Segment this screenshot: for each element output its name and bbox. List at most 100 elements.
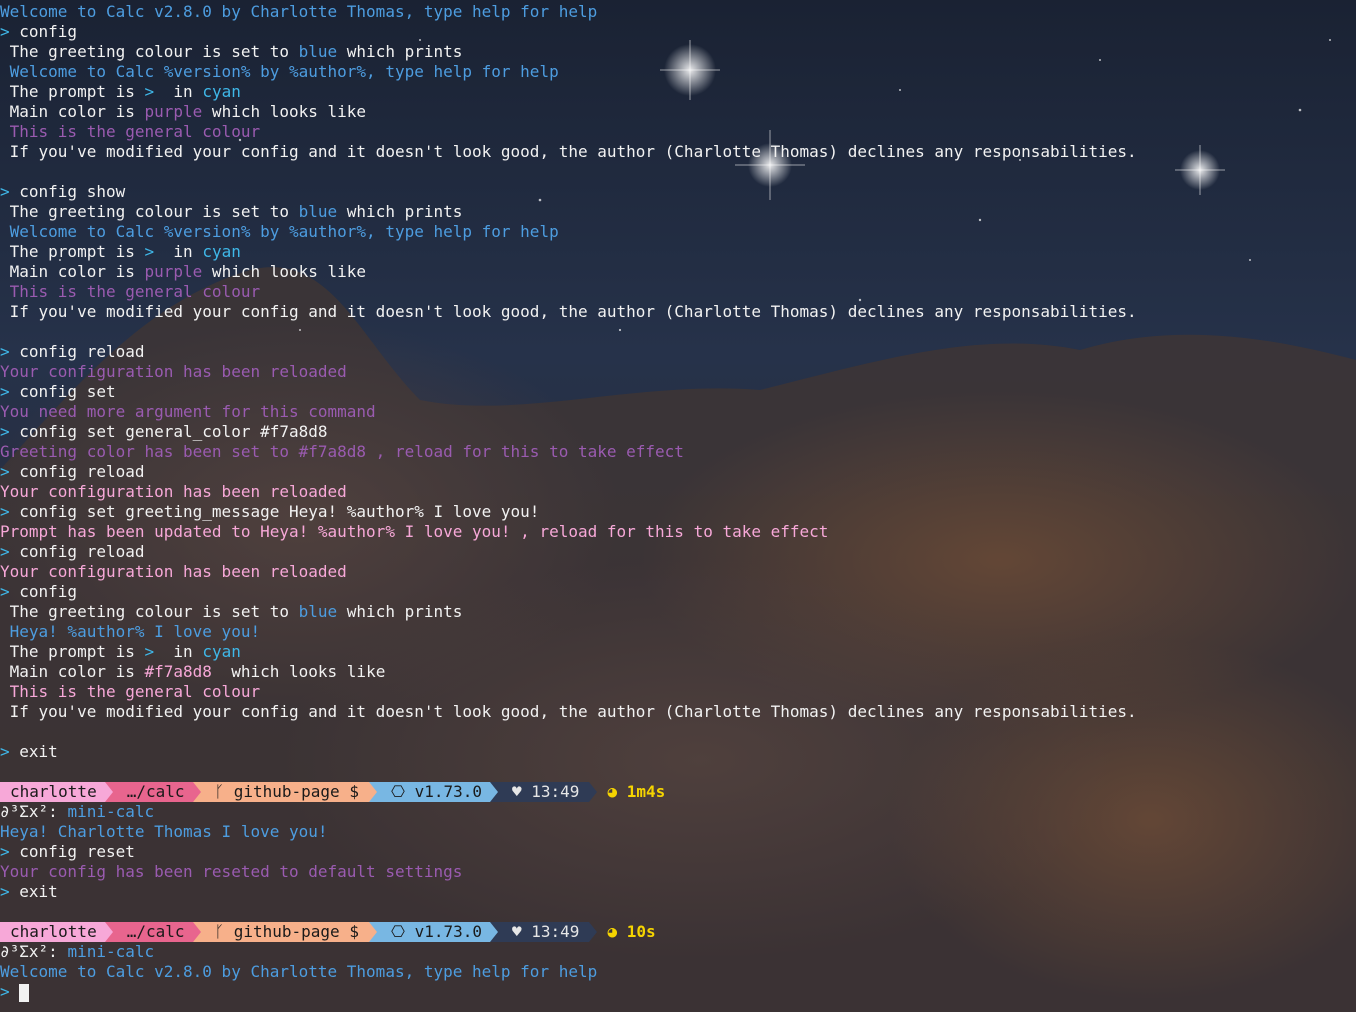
terminal-text: mini-calc	[67, 942, 155, 961]
terminal-text: config set	[19, 382, 116, 401]
prompt-git-branch-segment: ᚴ github-page $	[200, 782, 369, 802]
prompt-user-segment: charlotte	[0, 922, 105, 942]
terminal-text: You need more argument for this command	[0, 402, 376, 421]
terminal-line: The prompt is > in cyan	[0, 242, 1137, 262]
terminal-text: >	[0, 582, 20, 601]
terminal-text: Your configuration has been reloaded	[0, 562, 347, 581]
terminal-line: Welcome to Calc %version% by %author%, t…	[0, 62, 1137, 82]
terminal-text: Your config has been reseted to default …	[0, 862, 463, 881]
terminal-line: The greeting colour is set to blue which…	[0, 202, 1137, 222]
terminal-text: blue	[298, 202, 338, 221]
terminal-text: If you've modified your config and it do…	[0, 702, 1137, 721]
terminal-text: Main color is	[0, 262, 145, 281]
terminal-output: Welcome to Calc v2.8.0 by Charlotte Thom…	[0, 2, 1137, 1002]
terminal-text: >	[0, 342, 20, 361]
terminal-text: config reload	[19, 342, 145, 361]
terminal-text: >	[0, 542, 20, 561]
prompt-git-branch-segment: ᚴ github-page $	[200, 922, 369, 942]
terminal-text: This is the general colour	[0, 282, 261, 301]
terminal-line: > config reset	[0, 842, 1137, 862]
terminal-text: Heya! %author% I love you!	[0, 622, 261, 641]
input-line[interactable]: >	[0, 982, 1137, 1002]
terminal-text: exit	[19, 742, 58, 761]
powerline-separator-icon	[589, 782, 598, 802]
terminal-text: in	[154, 242, 203, 261]
terminal-text: >	[0, 422, 20, 441]
terminal-text: >	[0, 382, 20, 401]
terminal-line: > config reload	[0, 342, 1137, 362]
terminal-line: > config set general_color #f7a8d8	[0, 422, 1137, 442]
terminal-text: The greeting colour is set to	[0, 602, 299, 621]
terminal-line: Heya! Charlotte Thomas I love you!	[0, 822, 1137, 842]
terminal-text: mini-calc	[67, 802, 155, 821]
terminal-line: Your configuration has been reloaded	[0, 362, 1137, 382]
terminal-line: Main color is #f7a8d8 which looks like	[0, 662, 1137, 682]
terminal-text: The prompt is	[0, 642, 145, 661]
terminal-text: Welcome to Calc %version% by %author%, t…	[0, 222, 559, 241]
terminal-text: blue	[298, 42, 338, 61]
terminal-text: cyan	[202, 642, 241, 661]
terminal-text: in	[154, 82, 203, 101]
terminal-text: This is the general colour	[0, 682, 261, 701]
powerline-separator-icon	[490, 922, 498, 942]
terminal-line: > config	[0, 582, 1137, 602]
terminal-text: exit	[19, 882, 58, 901]
terminal-text: Welcome to Calc v2.8.0 by Charlotte Thom…	[0, 2, 598, 21]
terminal-line: Welcome to Calc %version% by %author%, t…	[0, 222, 1137, 242]
terminal-line: > config reload	[0, 462, 1137, 482]
terminal-text: which looks like	[202, 262, 367, 281]
terminal-text: config	[19, 582, 78, 601]
terminal-text: config	[19, 22, 78, 41]
terminal-text: Prompt has been updated to Heya! %author…	[0, 522, 829, 541]
terminal-text: Your configuration has been reloaded	[0, 362, 347, 381]
terminal-text: cyan	[202, 242, 241, 261]
terminal-text: Welcome to Calc %version% by %author%, t…	[0, 62, 559, 81]
terminal-line: The greeting colour is set to blue which…	[0, 602, 1137, 622]
terminal-text: config show	[19, 182, 126, 201]
prompt-directory-segment: …/calc	[112, 922, 193, 942]
terminal-text: >	[0, 842, 20, 861]
terminal-line: > exit	[0, 882, 1137, 902]
powerline-separator-icon	[192, 922, 201, 942]
terminal-text: ∂³Σx²:	[0, 802, 68, 821]
terminal-text: config set greeting_message Heya! %autho…	[19, 502, 540, 521]
terminal-text: >	[144, 82, 155, 101]
terminal-line: Heya! %author% I love you!	[0, 622, 1137, 642]
terminal-text: >	[144, 242, 155, 261]
terminal-text: config reload	[19, 542, 145, 561]
terminal-text: which looks like	[202, 102, 367, 121]
powerline-separator-icon	[589, 922, 598, 942]
terminal-line: Your configuration has been reloaded	[0, 562, 1137, 582]
terminal-line: Welcome to Calc v2.8.0 by Charlotte Thom…	[0, 2, 1137, 22]
terminal-text: The greeting colour is set to	[0, 42, 299, 61]
prompt-version-segment: ⎔ v1.73.0	[376, 782, 490, 802]
terminal-line: You need more argument for this command	[0, 402, 1137, 422]
text-cursor[interactable]	[19, 983, 30, 1002]
terminal-line: Welcome to Calc v2.8.0 by Charlotte Thom…	[0, 962, 1137, 982]
prompt-directory-segment: …/calc	[112, 782, 193, 802]
terminal-text: Welcome to Calc v2.8.0 by Charlotte Thom…	[0, 962, 598, 981]
terminal-text: Your configuration has been reloaded	[0, 482, 347, 501]
shell-prompt: charlotte …/calc ᚴ github-page $ ⎔ v1.73.0 ♥…	[0, 922, 1137, 942]
terminal-text: >	[0, 882, 20, 901]
terminal-line: If you've modified your config and it do…	[0, 142, 1137, 162]
powerline-separator-icon	[368, 922, 377, 942]
terminal-text: >	[0, 462, 20, 481]
prompt-char: >	[0, 982, 20, 1001]
terminal-text: config reset	[19, 842, 135, 861]
terminal-line: > config reload	[0, 542, 1137, 562]
terminal-text: config set general_color #f7a8d8	[19, 422, 328, 441]
terminal-line: This is the general colour	[0, 682, 1137, 702]
terminal-line: > exit	[0, 742, 1137, 762]
terminal-line: The prompt is > in cyan	[0, 642, 1137, 662]
terminal-text: blue	[298, 602, 338, 621]
terminal-text: purple	[144, 262, 203, 281]
terminal-text: If you've modified your config and it do…	[0, 302, 1137, 321]
terminal-text: purple	[144, 102, 203, 121]
terminal-text: which prints	[337, 42, 463, 61]
terminal-text: which looks like	[211, 662, 386, 681]
terminal-text: The greeting colour is set to	[0, 202, 299, 221]
